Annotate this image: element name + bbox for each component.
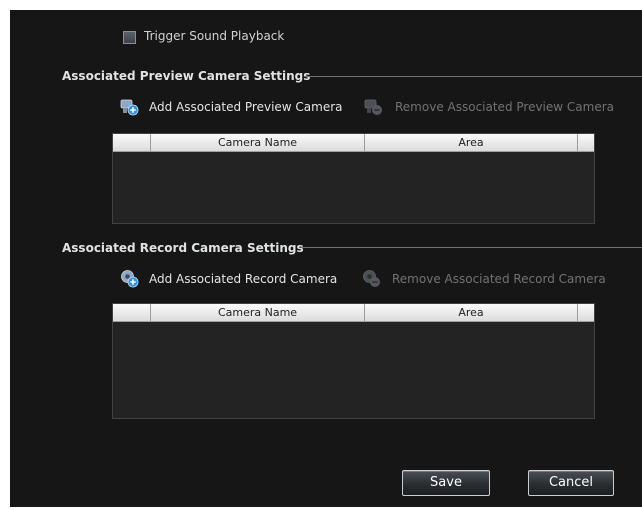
record-table-header: Camera Name Area — [113, 304, 594, 322]
remove-record-camera-icon[interactable] — [362, 269, 381, 288]
trigger-sound-checkbox[interactable] — [123, 31, 136, 44]
preview-column-camera-name[interactable]: Camera Name — [151, 134, 365, 151]
record-section-title: Associated Record Camera Settings — [62, 241, 304, 255]
preview-camera-table[interactable]: Camera Name Area — [112, 133, 595, 224]
add-preview-camera-icon[interactable] — [120, 97, 139, 116]
preview-section-divider — [304, 76, 642, 77]
preview-table-select-column[interactable] — [113, 134, 151, 151]
save-button[interactable]: Save — [402, 470, 490, 496]
preview-table-header: Camera Name Area — [113, 134, 594, 152]
record-camera-table[interactable]: Camera Name Area — [112, 303, 595, 419]
record-column-camera-name[interactable]: Camera Name — [151, 304, 365, 321]
remove-preview-camera-icon[interactable] — [364, 97, 383, 116]
record-column-area[interactable]: Area — [365, 304, 578, 321]
record-table-select-column[interactable] — [113, 304, 151, 321]
remove-preview-camera-button[interactable]: Remove Associated Preview Camera — [395, 100, 614, 114]
record-section-divider — [301, 247, 642, 248]
preview-column-area[interactable]: Area — [365, 134, 578, 151]
trigger-sound-label: Trigger Sound Playback — [144, 29, 285, 43]
add-record-camera-button[interactable]: Add Associated Record Camera — [149, 272, 337, 286]
add-record-camera-icon[interactable] — [120, 269, 139, 288]
settings-panel: Trigger Sound Playback Associated Previe… — [10, 10, 642, 507]
cancel-button[interactable]: Cancel — [528, 470, 614, 496]
preview-section-title: Associated Preview Camera Settings — [62, 69, 311, 83]
add-preview-camera-button[interactable]: Add Associated Preview Camera — [149, 100, 343, 114]
remove-record-camera-button[interactable]: Remove Associated Record Camera — [392, 272, 606, 286]
